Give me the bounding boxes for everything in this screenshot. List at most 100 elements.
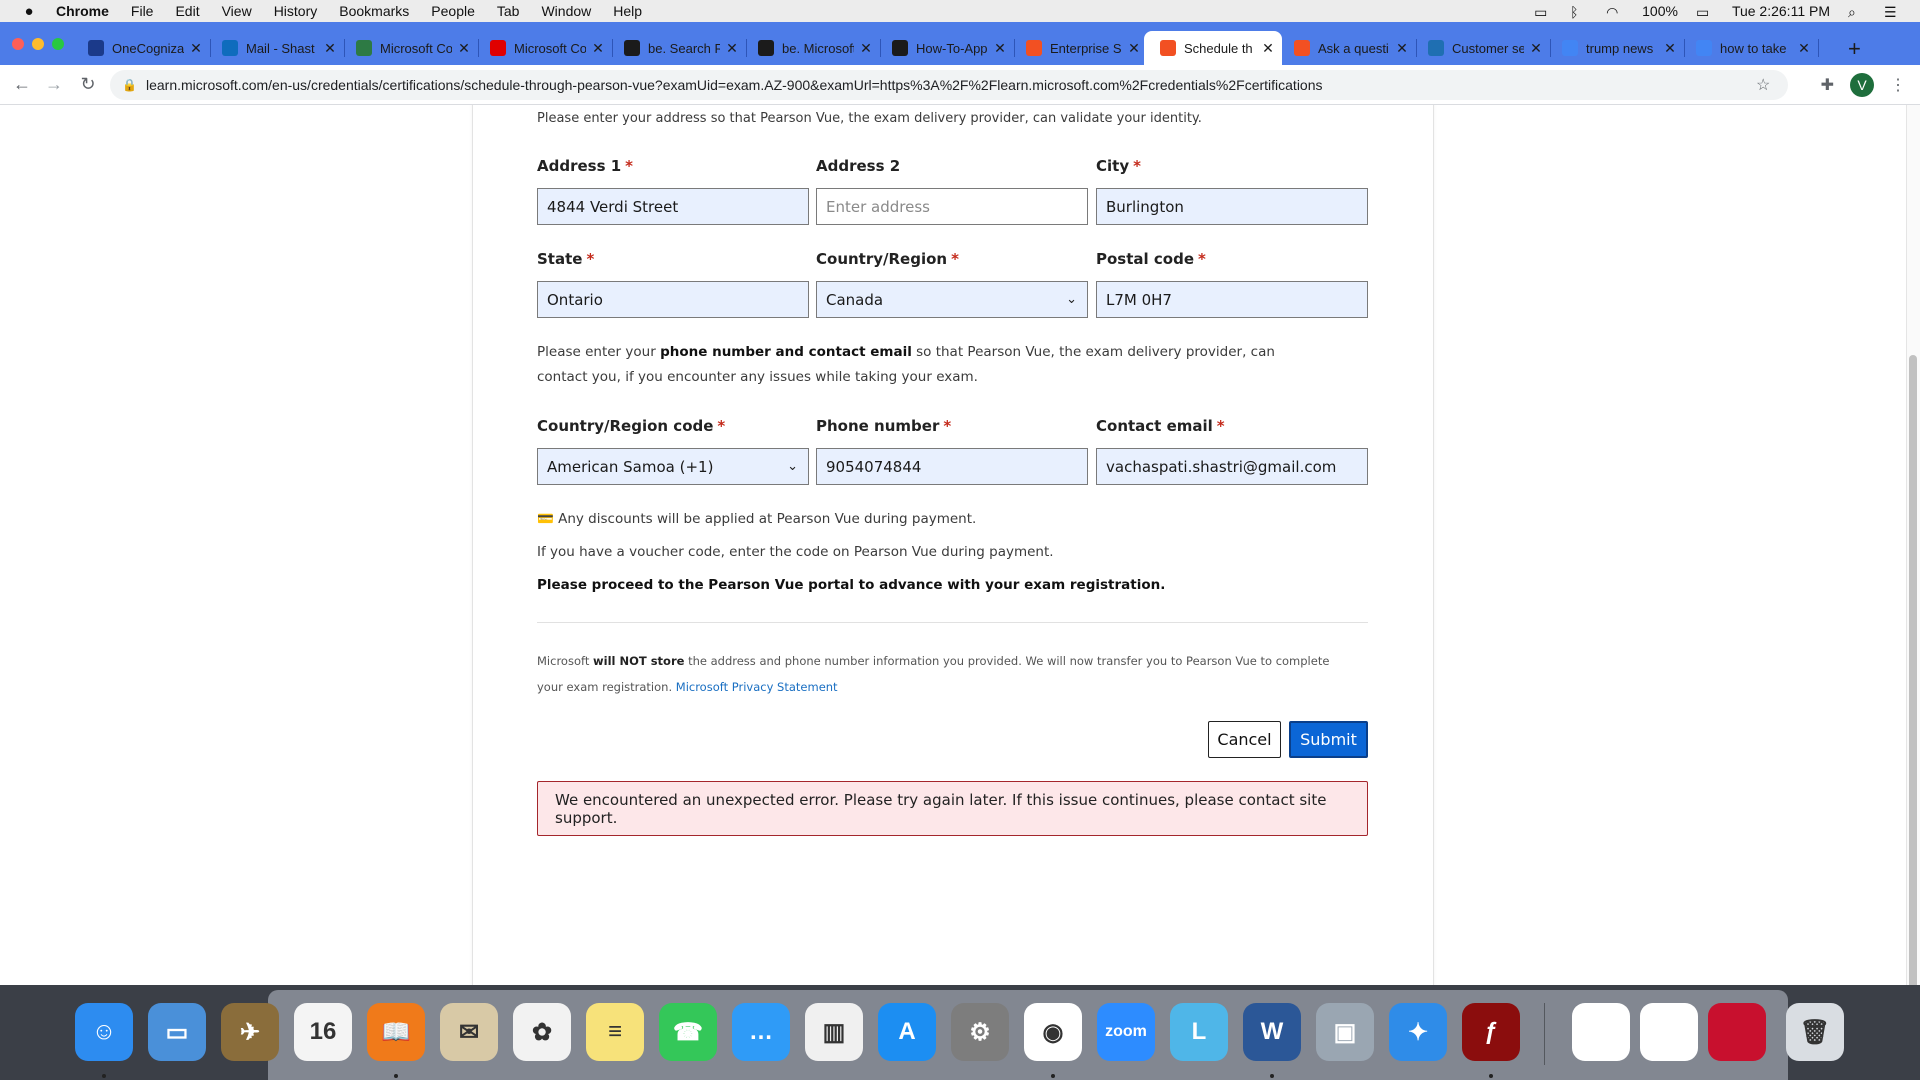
photos-icon[interactable]: ✿ <box>513 1003 571 1061</box>
menu-people[interactable]: People <box>431 3 475 19</box>
menu-tab[interactable]: Tab <box>497 3 520 19</box>
address-bar[interactable]: 🔒 learn.microsoft.com/en-us/credentials/… <box>110 70 1788 100</box>
menu-clock[interactable]: Tue 2:26:11 PM <box>1732 3 1830 19</box>
facetime-icon[interactable]: ☎ <box>659 1003 717 1061</box>
image-capture-icon[interactable]: ▣ <box>1316 1003 1374 1061</box>
chrome-menu-icon[interactable]: ⋮ <box>1890 75 1906 95</box>
bookmark-star-icon[interactable]: ☆ <box>1756 75 1776 95</box>
tab-close-icon[interactable]: ✕ <box>1796 40 1812 57</box>
tab-close-icon[interactable]: ✕ <box>992 40 1008 57</box>
trash-icon[interactable]: 🗑 <box>1786 1003 1844 1061</box>
state-input[interactable]: Ontario <box>537 281 809 318</box>
finder-icon[interactable]: ☺ <box>75 1003 133 1061</box>
scrollbar-thumb[interactable] <box>1909 355 1917 1005</box>
tab-close-icon[interactable]: ✕ <box>1126 40 1142 57</box>
tab-close-icon[interactable]: ✕ <box>1260 40 1276 57</box>
submit-button[interactable]: Submit <box>1289 721 1368 758</box>
browser-tab[interactable]: be. Search Resu✕ <box>616 31 747 65</box>
tab-close-icon[interactable]: ✕ <box>1662 40 1678 57</box>
spotlight-search-icon[interactable]: ⌕ <box>1848 4 1866 20</box>
tab-close-icon[interactable]: ✕ <box>188 40 204 57</box>
postal-code-input[interactable]: L7M 0H7 <box>1096 281 1368 318</box>
airplay-icon[interactable]: ▭ <box>1534 4 1552 20</box>
tab-close-icon[interactable]: ✕ <box>1394 40 1410 57</box>
browser-tab[interactable]: trump news ✕ <box>1554 31 1685 65</box>
contacts-icon[interactable]: ✉ <box>440 1003 498 1061</box>
preview-icon[interactable]: ✈ <box>221 1003 279 1061</box>
tab-close-icon[interactable]: ✕ <box>322 40 338 57</box>
wifi-icon[interactable]: ◠ <box>1606 4 1624 20</box>
document-thumb-3[interactable] <box>1708 1003 1766 1061</box>
window-close-button[interactable] <box>12 38 24 50</box>
apple-menu-icon[interactable]: ● <box>20 3 38 20</box>
menu-history[interactable]: History <box>274 3 318 19</box>
browser-tab[interactable]: how to take ✕ <box>1688 31 1819 65</box>
browser-tab[interactable]: Schedule th ✕ <box>1144 31 1282 65</box>
browser-tab[interactable]: Mail - Shast ✕ <box>214 31 345 65</box>
books-icon[interactable]: 📖 <box>367 1003 425 1061</box>
lock-icon[interactable]: 🔒 <box>122 78 137 92</box>
browser-tab[interactable]: OneCogniza ✕ <box>80 31 211 65</box>
menu-edit[interactable]: Edit <box>175 3 199 19</box>
system-preferences-icon[interactable]: ⚙ <box>951 1003 1009 1061</box>
notes-icon[interactable]: ≡ <box>586 1003 644 1061</box>
tab-close-icon[interactable]: ✕ <box>590 40 606 57</box>
page-viewport: Please enter your address so that Pearso… <box>0 105 1920 985</box>
microsoft-icon <box>1294 40 1310 56</box>
running-indicator <box>394 1074 398 1078</box>
forward-arrow-icon[interactable]: → <box>44 74 64 95</box>
menu-bookmarks[interactable]: Bookmarks <box>339 3 409 19</box>
bluetooth-icon[interactable]: ᛒ <box>1570 4 1588 20</box>
flash-icon[interactable]: ƒ <box>1462 1003 1520 1061</box>
country-code-select[interactable]: American Samoa (+1) ⌄ <box>537 448 809 485</box>
tab-close-icon[interactable]: ✕ <box>724 40 740 57</box>
messages-icon[interactable]: … <box>732 1003 790 1061</box>
browser-tab[interactable]: Customer se ✕ <box>1420 31 1551 65</box>
extensions-puzzle-icon[interactable]: ✚ <box>1821 75 1834 95</box>
url-text[interactable]: learn.microsoft.com/en-us/credentials/ce… <box>146 77 1756 93</box>
window-minimize-button[interactable] <box>32 38 44 50</box>
zoom-icon[interactable]: zoom <box>1097 1003 1155 1061</box>
browser-tab[interactable]: Enterprise S ✕ <box>1018 31 1148 65</box>
menu-app-name[interactable]: Chrome <box>56 3 109 19</box>
chrome-icon[interactable]: ◉ <box>1024 1003 1082 1061</box>
menu-window[interactable]: Window <box>541 3 591 19</box>
browser-tab[interactable]: How-To-App ✕ <box>884 31 1015 65</box>
word-icon[interactable]: W <box>1243 1003 1301 1061</box>
back-arrow-icon[interactable]: ← <box>12 74 32 95</box>
microsoft-icon <box>1026 40 1042 56</box>
browser-tab[interactable]: be. Microsoft Co✕ <box>750 31 881 65</box>
browser-tab[interactable]: Microsoft Co ✕ <box>348 31 479 65</box>
email-input[interactable]: vachaspati.shastri@gmail.com <box>1096 448 1368 485</box>
document-thumb-2[interactable] <box>1640 1003 1698 1061</box>
tab-close-icon[interactable]: ✕ <box>456 40 472 57</box>
menu-file[interactable]: File <box>131 3 154 19</box>
calendar-icon[interactable]: 16 <box>294 1003 352 1061</box>
city-input[interactable]: Burlington <box>1096 188 1368 225</box>
battery-icon[interactable]: ▭ <box>1696 4 1714 20</box>
safari-icon[interactable]: ✦ <box>1389 1003 1447 1061</box>
reload-icon[interactable]: ↻ <box>78 74 98 95</box>
address2-input[interactable]: Enter address <box>816 188 1088 225</box>
notification-center-icon[interactable]: ☰ <box>1884 4 1902 20</box>
address1-input[interactable]: 4844 Verdi Street <box>537 188 809 225</box>
tab-close-icon[interactable]: ✕ <box>1528 40 1544 57</box>
numbers-icon[interactable]: ▥ <box>805 1003 863 1061</box>
app-store-icon[interactable]: A <box>878 1003 936 1061</box>
document-thumb-1[interactable] <box>1572 1003 1630 1061</box>
page-scrollbar[interactable] <box>1906 105 1920 1005</box>
new-tab-button[interactable]: + <box>1848 36 1861 62</box>
menu-view[interactable]: View <box>222 3 252 19</box>
lync-icon[interactable]: L <box>1170 1003 1228 1061</box>
profile-avatar[interactable]: V <box>1850 73 1874 97</box>
keynote-icon[interactable]: ▭ <box>148 1003 206 1061</box>
browser-tab[interactable]: Ask a questi ✕ <box>1286 31 1417 65</box>
window-zoom-button[interactable] <box>52 38 64 50</box>
privacy-statement-link[interactable]: Microsoft Privacy Statement <box>676 680 838 694</box>
phone-input[interactable]: 9054074844 <box>816 448 1088 485</box>
tab-close-icon[interactable]: ✕ <box>858 40 874 57</box>
menu-help[interactable]: Help <box>613 3 642 19</box>
country-select[interactable]: Canada ⌄ <box>816 281 1088 318</box>
browser-tab[interactable]: Microsoft Co ✕ <box>482 31 613 65</box>
cancel-button[interactable]: Cancel <box>1208 721 1281 758</box>
